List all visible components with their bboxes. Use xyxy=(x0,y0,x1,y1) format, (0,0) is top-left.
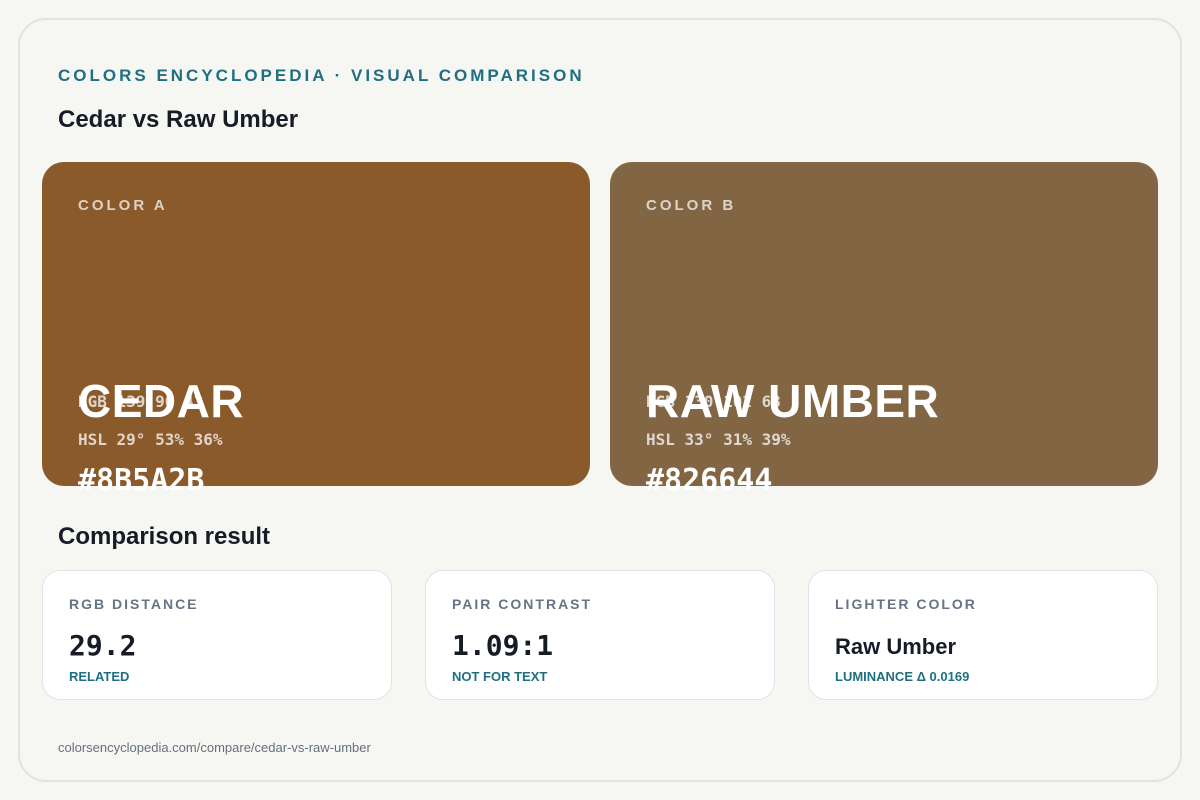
metric-note: NOT FOR TEXT xyxy=(452,669,548,684)
metric-value: Raw Umber xyxy=(835,634,957,659)
color-b-hex: #826644 xyxy=(646,463,773,498)
color-a-hsl: HSL 29° 53% 36% xyxy=(78,430,223,449)
color-b-swatch: COLOR B RAW UMBER #826644 RGB 130 102 68… xyxy=(610,162,1158,496)
color-b-rgb: RGB 130 102 68 xyxy=(646,392,781,411)
metric-note: LUMINANCE Δ 0.0169 xyxy=(835,669,970,684)
metric-pair-contrast: PAIR CONTRAST 1.09:1 NOT FOR TEXT xyxy=(425,570,775,700)
page-title: Cedar vs Raw Umber xyxy=(58,106,299,133)
metric-rgb-distance: RGB DISTANCE 29.2 RELATED xyxy=(42,570,392,700)
color-b-hsl: HSL 33° 31% 39% xyxy=(646,430,791,449)
comparison-title: Comparison result xyxy=(58,523,271,550)
color-a-label: COLOR A xyxy=(78,197,168,214)
source-url: colorsencyclopedia.com/compare/cedar-vs-… xyxy=(58,740,371,755)
metric-label: LIGHTER COLOR xyxy=(835,596,977,612)
metric-label: RGB DISTANCE xyxy=(69,596,199,612)
color-b-label: COLOR B xyxy=(646,197,737,214)
metric-lighter-color: LIGHTER COLOR Raw Umber LUMINANCE Δ 0.01… xyxy=(808,570,1158,700)
metric-value: 1.09:1 xyxy=(452,629,554,662)
metric-label: PAIR CONTRAST xyxy=(452,596,593,612)
color-a-hex: #8B5A2B xyxy=(78,463,205,498)
color-a-rgb: RGB 139 90 43 xyxy=(78,392,204,411)
metric-value: 29.2 xyxy=(69,629,137,662)
page-eyebrow: COLORS ENCYCLOPEDIA · VISUAL COMPARISON xyxy=(58,66,585,85)
color-a-swatch: COLOR A CEDAR #8B5A2B RGB 139 90 43 HSL … xyxy=(42,162,590,496)
metric-note: RELATED xyxy=(69,669,130,684)
